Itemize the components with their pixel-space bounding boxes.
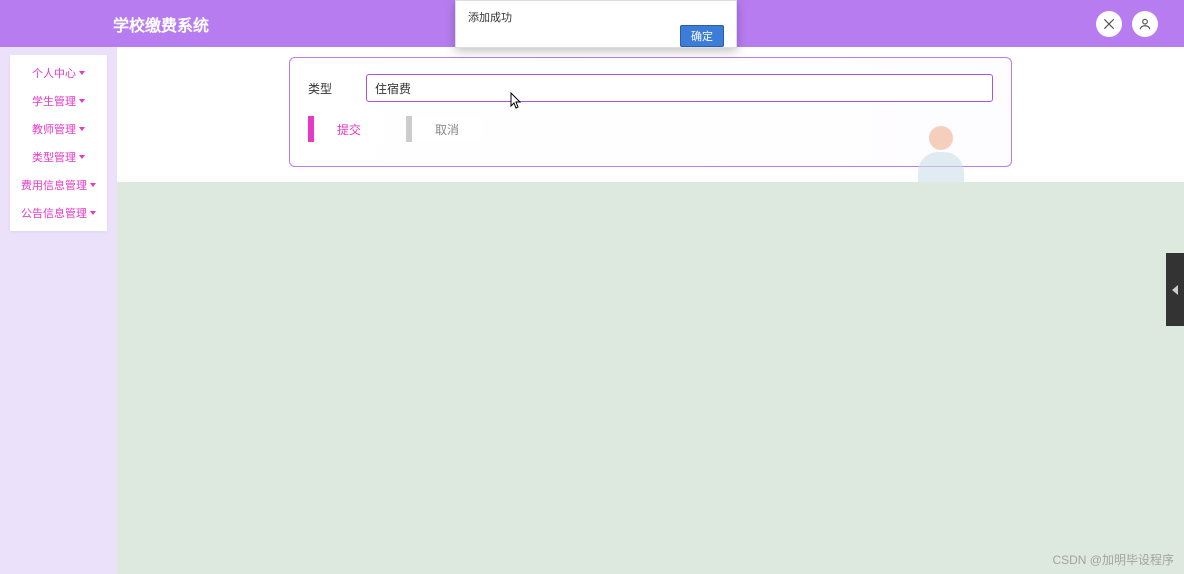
chevron-down-icon — [79, 155, 85, 159]
sidebar-menu: 个人中心 学生管理 教师管理 类型管理 费用信息管理 公告信息管理 — [10, 55, 107, 231]
avatar-illustration — [911, 126, 971, 186]
success-dialog: 添加成功 确定 — [455, 0, 737, 48]
sidebar-item-label: 学生管理 — [32, 93, 76, 109]
sidebar-item-label: 类型管理 — [32, 149, 76, 165]
chevron-down-icon — [79, 127, 85, 131]
main-content: 类型 提交 取消 — [117, 47, 1184, 574]
side-collapse-tab[interactable] — [1166, 253, 1184, 326]
chevron-down-icon — [79, 99, 85, 103]
watermark-text: CSDN @加明毕设程序 — [1052, 551, 1174, 568]
sidebar-item-label: 教师管理 — [32, 121, 76, 137]
field-label-type: 类型 — [308, 80, 366, 97]
form-panel: 类型 提交 取消 — [289, 57, 1012, 167]
dialog-ok-button[interactable]: 确定 — [680, 25, 724, 47]
sidebar-item-fee[interactable]: 费用信息管理 — [10, 171, 107, 199]
dialog-message: 添加成功 — [468, 9, 724, 25]
button-row: 提交 取消 — [308, 116, 993, 142]
submit-button[interactable]: 提交 — [308, 116, 384, 142]
cancel-button[interactable]: 取消 — [406, 116, 482, 142]
sidebar-item-type[interactable]: 类型管理 — [10, 143, 107, 171]
fullscreen-icon[interactable] — [1096, 11, 1122, 37]
chevron-down-icon — [90, 183, 96, 187]
type-input[interactable] — [366, 74, 993, 102]
chevron-down-icon — [79, 71, 85, 75]
sidebar-column: 个人中心 学生管理 教师管理 类型管理 费用信息管理 公告信息管理 — [0, 47, 117, 574]
header-icons — [1096, 11, 1158, 37]
sidebar-item-student[interactable]: 学生管理 — [10, 87, 107, 115]
chevron-down-icon — [90, 211, 96, 215]
sidebar-item-label: 个人中心 — [32, 65, 76, 81]
dialog-ok-label: 确定 — [691, 31, 713, 43]
sidebar-item-notice[interactable]: 公告信息管理 — [10, 199, 107, 227]
submit-label: 提交 — [337, 121, 361, 138]
sidebar-item-teacher[interactable]: 教师管理 — [10, 115, 107, 143]
sidebar-item-personal[interactable]: 个人中心 — [10, 59, 107, 87]
cancel-label: 取消 — [435, 121, 459, 138]
form-area: 类型 提交 取消 — [117, 47, 1184, 182]
app-title: 学校缴费系统 — [113, 12, 209, 36]
dialog-actions: 确定 — [468, 25, 724, 47]
form-row-type: 类型 — [308, 74, 993, 102]
sidebar-item-label: 费用信息管理 — [21, 177, 87, 193]
sidebar-item-label: 公告信息管理 — [21, 205, 87, 221]
user-icon[interactable] — [1132, 11, 1158, 37]
